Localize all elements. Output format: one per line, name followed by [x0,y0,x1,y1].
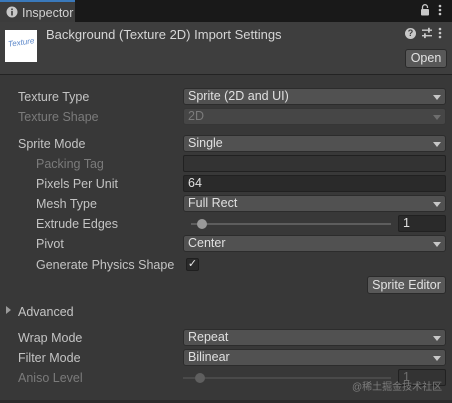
kebab-menu-icon[interactable] [438,4,442,16]
texture-shape-value: 2D [188,109,204,123]
mesh-type-value: Full Rect [188,196,238,210]
filter-mode-label: Filter Mode [18,351,81,365]
mesh-type-dropdown[interactable]: Full Rect [183,195,446,212]
lock-icon[interactable] [420,4,430,16]
help-icon[interactable]: ? [405,28,416,39]
dropdown-arrow-icon [433,202,441,207]
advanced-foldout-label[interactable]: Advanced [18,305,74,319]
texture-thumbnail: Texture [5,30,37,62]
generate-physics-shape-label: Generate Physics Shape [36,258,175,272]
wrap-mode-dropdown[interactable]: Repeat [183,329,446,346]
dropdown-arrow-icon [433,142,441,147]
filter-mode-dropdown[interactable]: Bilinear [183,349,446,366]
texture-type-value: Sprite (2D and UI) [188,89,289,103]
wrap-mode-value: Repeat [188,330,229,344]
aniso-level-slider-handle [195,373,206,383]
sprite-mode-dropdown[interactable]: Single [183,135,446,152]
wrap-mode-label: Wrap Mode [18,331,83,345]
dropdown-arrow-icon [433,356,441,361]
pivot-label: Pivot [36,237,64,251]
extrude-edges-slider-handle[interactable] [197,219,207,229]
sprite-mode-label: Sprite Mode [18,137,86,151]
texture-shape-dropdown: 2D [183,108,446,125]
extrude-edges-field[interactable]: 1 [398,215,446,232]
header-title: Background (Texture 2D) Import Settings [46,27,282,42]
header-menu-icon[interactable] [438,27,442,39]
dropdown-arrow-icon [433,336,441,341]
presets-icon[interactable] [421,27,433,39]
dropdown-arrow-icon [433,95,441,100]
pivot-dropdown[interactable]: Center [183,235,446,252]
texture-type-label: Texture Type [18,90,90,104]
info-icon [6,6,18,18]
watermark: @稀土掘金技术社区 [352,382,443,393]
aniso-level-label: Aniso Level [18,371,83,385]
sprite-mode-value: Single [188,136,223,150]
mesh-type-label: Mesh Type [36,197,97,211]
extrude-edges-label: Extrude Edges [36,217,118,231]
filter-mode-value: Bilinear [188,350,230,364]
extrude-edges-slider-track[interactable] [191,223,391,225]
pixels-per-unit-label: Pixels Per Unit [36,177,118,191]
foldout-arrow-icon[interactable] [6,306,11,314]
texture-type-dropdown[interactable]: Sprite (2D and UI) [183,88,446,105]
open-button[interactable]: Open [405,49,447,68]
generate-physics-shape-checkbox[interactable]: ✓ [186,258,199,271]
tab-inspector[interactable]: Inspector [0,0,75,22]
packing-tag-label: Packing Tag [36,157,104,171]
dropdown-arrow-icon [433,115,441,120]
pivot-value: Center [188,236,226,250]
pixels-per-unit-field[interactable]: 64 [183,175,446,192]
tab-label: Inspector [22,6,74,20]
dropdown-arrow-icon [433,242,441,247]
thumbnail-text: Texture [7,36,35,49]
texture-shape-label: Texture Shape [18,110,99,124]
sprite-editor-button[interactable]: Sprite Editor [367,276,446,294]
packing-tag-field [183,155,446,172]
